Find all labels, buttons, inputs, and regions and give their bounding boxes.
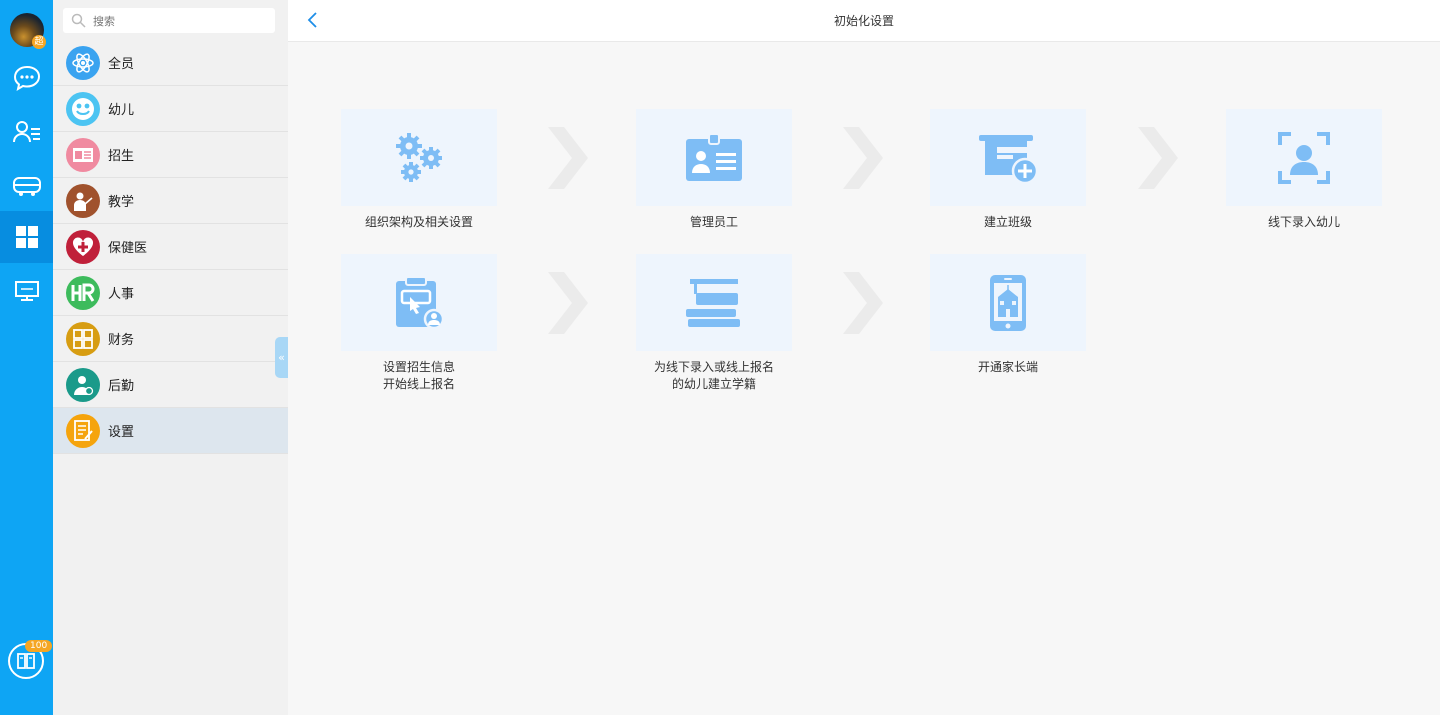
- sidebar-item-label: 保健医: [108, 241, 148, 256]
- step-icon-box: [341, 254, 497, 351]
- user-avatar[interactable]: 超: [10, 13, 46, 49]
- step-label: 线下录入幼儿: [1267, 215, 1340, 229]
- contacts-rail-button[interactable]: [0, 106, 53, 158]
- step-label-line1: 为线下录入或线上报名: [653, 360, 774, 374]
- step-card-parent-app[interactable]: 开通家长端: [930, 254, 1086, 376]
- page-title: 初始化设置: [833, 14, 894, 28]
- sidebar: 全员 幼儿 招生 教学 保健医: [53, 0, 288, 715]
- search-box[interactable]: [63, 8, 275, 33]
- id-card-icon: [66, 137, 100, 172]
- books-icon: [686, 278, 740, 327]
- book-icon: [17, 653, 35, 669]
- step-label: 为线下录入或线上报名 的幼儿建立学籍: [636, 359, 792, 393]
- sidebar-item-label: 设置: [108, 425, 135, 440]
- step-label: 管理员工: [689, 215, 738, 229]
- clipboard-icon: [396, 275, 445, 329]
- scan-person-icon: [1278, 131, 1330, 184]
- search-input[interactable]: [91, 11, 265, 32]
- step-card-enrollment-info[interactable]: 设置招生信息 开始线上报名: [341, 254, 497, 393]
- search-icon: [71, 13, 86, 28]
- guide-badge: 100: [25, 640, 53, 652]
- sidebar-item-finance[interactable]: 财务: [53, 316, 288, 362]
- chevron-right-icon: [843, 127, 883, 189]
- main-content: 初始化设置 组织架构及相关设置 管理员工 建立班级 线下录入幼儿 设置招生信息 …: [288, 0, 1440, 715]
- step-card-create-class[interactable]: 建立班级: [930, 109, 1086, 231]
- bus-icon: [12, 177, 41, 196]
- step-label: 建立班级: [983, 215, 1032, 229]
- teacher-icon: [66, 183, 100, 218]
- step-card-manage-staff[interactable]: 管理员工: [636, 109, 792, 231]
- step-label-line2: 开始线上报名: [382, 377, 455, 391]
- sidebar-item-label: 后勤: [108, 379, 135, 394]
- gears-icon: [396, 132, 442, 182]
- sidebar-item-all-staff[interactable]: 全员: [53, 40, 288, 86]
- sidebar-item-label: 招生: [108, 149, 135, 164]
- monitor-rail-button[interactable]: [0, 265, 53, 317]
- step-label: 设置招生信息 开始线上报名: [341, 359, 497, 393]
- header-bar: 初始化设置: [288, 0, 1440, 42]
- user-list-icon: [12, 121, 40, 143]
- monitor-icon: [14, 281, 39, 301]
- step-card-org-setup[interactable]: 组织架构及相关设置: [341, 109, 497, 231]
- step-icon-box: [930, 109, 1086, 206]
- step-icon-box: [636, 254, 792, 351]
- settings-doc-icon: [66, 413, 100, 448]
- chevron-right-icon: [843, 272, 883, 334]
- sidebar-item-label: 财务: [108, 333, 135, 348]
- step-card-offline-entry[interactable]: 线下录入幼儿: [1226, 109, 1382, 231]
- apps-rail-button[interactable]: [0, 211, 53, 263]
- grid-icon: [15, 226, 38, 248]
- step-icon-box: [636, 109, 792, 206]
- classroom-add-icon: [979, 134, 1039, 184]
- chat-rail-button[interactable]: [0, 52, 53, 104]
- atom-icon: [66, 45, 100, 80]
- collapse-sidebar-button[interactable]: «: [275, 337, 288, 378]
- hr-icon: [66, 275, 100, 310]
- double-chevron-left-icon: «: [278, 351, 285, 364]
- step-label: 开通家长端: [977, 360, 1038, 374]
- finance-icon: [66, 321, 100, 356]
- step-icon-box: [930, 254, 1086, 351]
- sidebar-menu: 全员 幼儿 招生 教学 保健医 人事 财务 后勤 设置: [53, 40, 288, 454]
- chat-bubble-icon: [13, 65, 40, 92]
- sidebar-item-label: 幼儿: [108, 103, 135, 118]
- step-icon-box: [1226, 109, 1382, 206]
- heart-cross-icon: [66, 229, 100, 264]
- sidebar-item-label: 教学: [108, 195, 135, 210]
- sidebar-item-label: 全员: [108, 57, 135, 72]
- phone-school-icon: [990, 274, 1026, 331]
- sidebar-item-label: 人事: [108, 287, 135, 302]
- step-label: 组织架构及相关设置: [364, 215, 473, 229]
- sidebar-item-enrollment[interactable]: 招生: [53, 132, 288, 178]
- chevron-right-icon: [548, 127, 588, 189]
- sidebar-item-children[interactable]: 幼儿: [53, 86, 288, 132]
- step-label-line2: 的幼儿建立学籍: [671, 377, 756, 391]
- bus-rail-button[interactable]: [0, 160, 53, 212]
- logistics-icon: [66, 367, 100, 402]
- smiley-icon: [66, 91, 100, 126]
- chevron-right-icon: [1138, 127, 1178, 189]
- sidebar-item-hr[interactable]: 人事: [53, 270, 288, 316]
- step-icon-box: [341, 109, 497, 206]
- sidebar-item-teaching[interactable]: 教学: [53, 178, 288, 224]
- avatar-badge: 超: [32, 35, 46, 49]
- step-label-line1: 设置招生信息: [382, 360, 455, 374]
- step-card-student-record[interactable]: 为线下录入或线上报名 的幼儿建立学籍: [636, 254, 792, 393]
- sidebar-item-health[interactable]: 保健医: [53, 224, 288, 270]
- chevron-right-icon: [548, 272, 588, 334]
- app-rail: 超 100: [0, 0, 53, 715]
- sidebar-item-logistics[interactable]: 后勤: [53, 362, 288, 408]
- badge-icon: [686, 132, 742, 181]
- sidebar-item-settings[interactable]: 设置: [53, 408, 288, 454]
